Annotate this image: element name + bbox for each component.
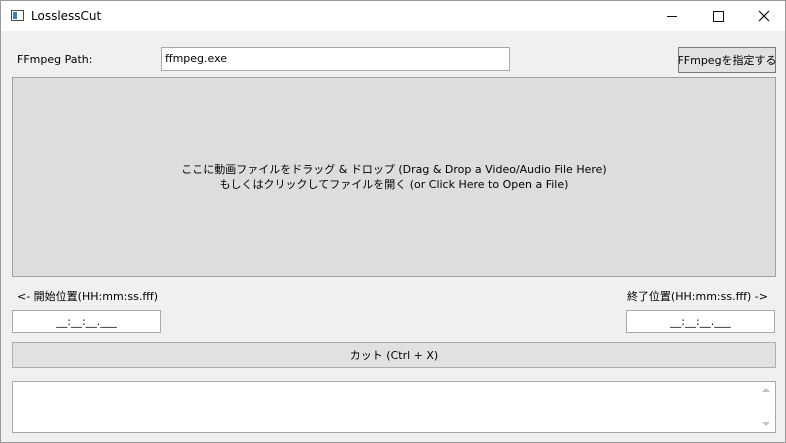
maximize-icon [712, 10, 724, 22]
log-scrollbar[interactable] [758, 382, 775, 432]
start-position-label: <- 開始位置(HH:mm:ss.fff) [17, 290, 159, 303]
window-title: LosslessCut [31, 9, 102, 23]
file-drop-zone[interactable]: ここに動画ファイルをドラッグ & ドロップ (Drag & Drop a Vid… [12, 77, 776, 277]
end-position-label: 終了位置(HH:mm:ss.fff) -> [626, 290, 768, 303]
ffmpeg-path-input[interactable]: ffmpeg.exe [161, 47, 510, 71]
scroll-up-arrow-icon[interactable] [762, 388, 770, 392]
cut-button[interactable]: カット (Ctrl + X) [12, 342, 776, 368]
close-button[interactable] [741, 1, 786, 31]
ffmpeg-path-label: FFmpeg Path: [17, 53, 93, 66]
maximize-button[interactable] [695, 1, 741, 31]
drop-zone-text-line1: ここに動画ファイルをドラッグ & ドロップ (Drag & Drop a Vid… [181, 163, 607, 176]
main-window: LosslessCut FFmpeg Path: ffmpeg.exe FFmp… [0, 0, 786, 443]
start-time-input[interactable]: __:__:__.___ [12, 310, 161, 333]
log-textarea[interactable] [12, 381, 776, 433]
minimize-button[interactable] [649, 1, 695, 31]
minimize-icon [667, 15, 677, 17]
title-bar[interactable]: LosslessCut [1, 1, 785, 31]
set-ffmpeg-button[interactable]: FFmpegを指定する [678, 47, 776, 73]
drop-zone-text-line2: もしくはクリックしてファイルを開く (or Click Here to Open… [219, 178, 569, 191]
close-icon [758, 10, 770, 22]
end-time-input[interactable]: __:__:__.___ [626, 310, 775, 333]
app-window-icon [11, 10, 24, 21]
scroll-down-arrow-icon[interactable] [762, 422, 770, 426]
